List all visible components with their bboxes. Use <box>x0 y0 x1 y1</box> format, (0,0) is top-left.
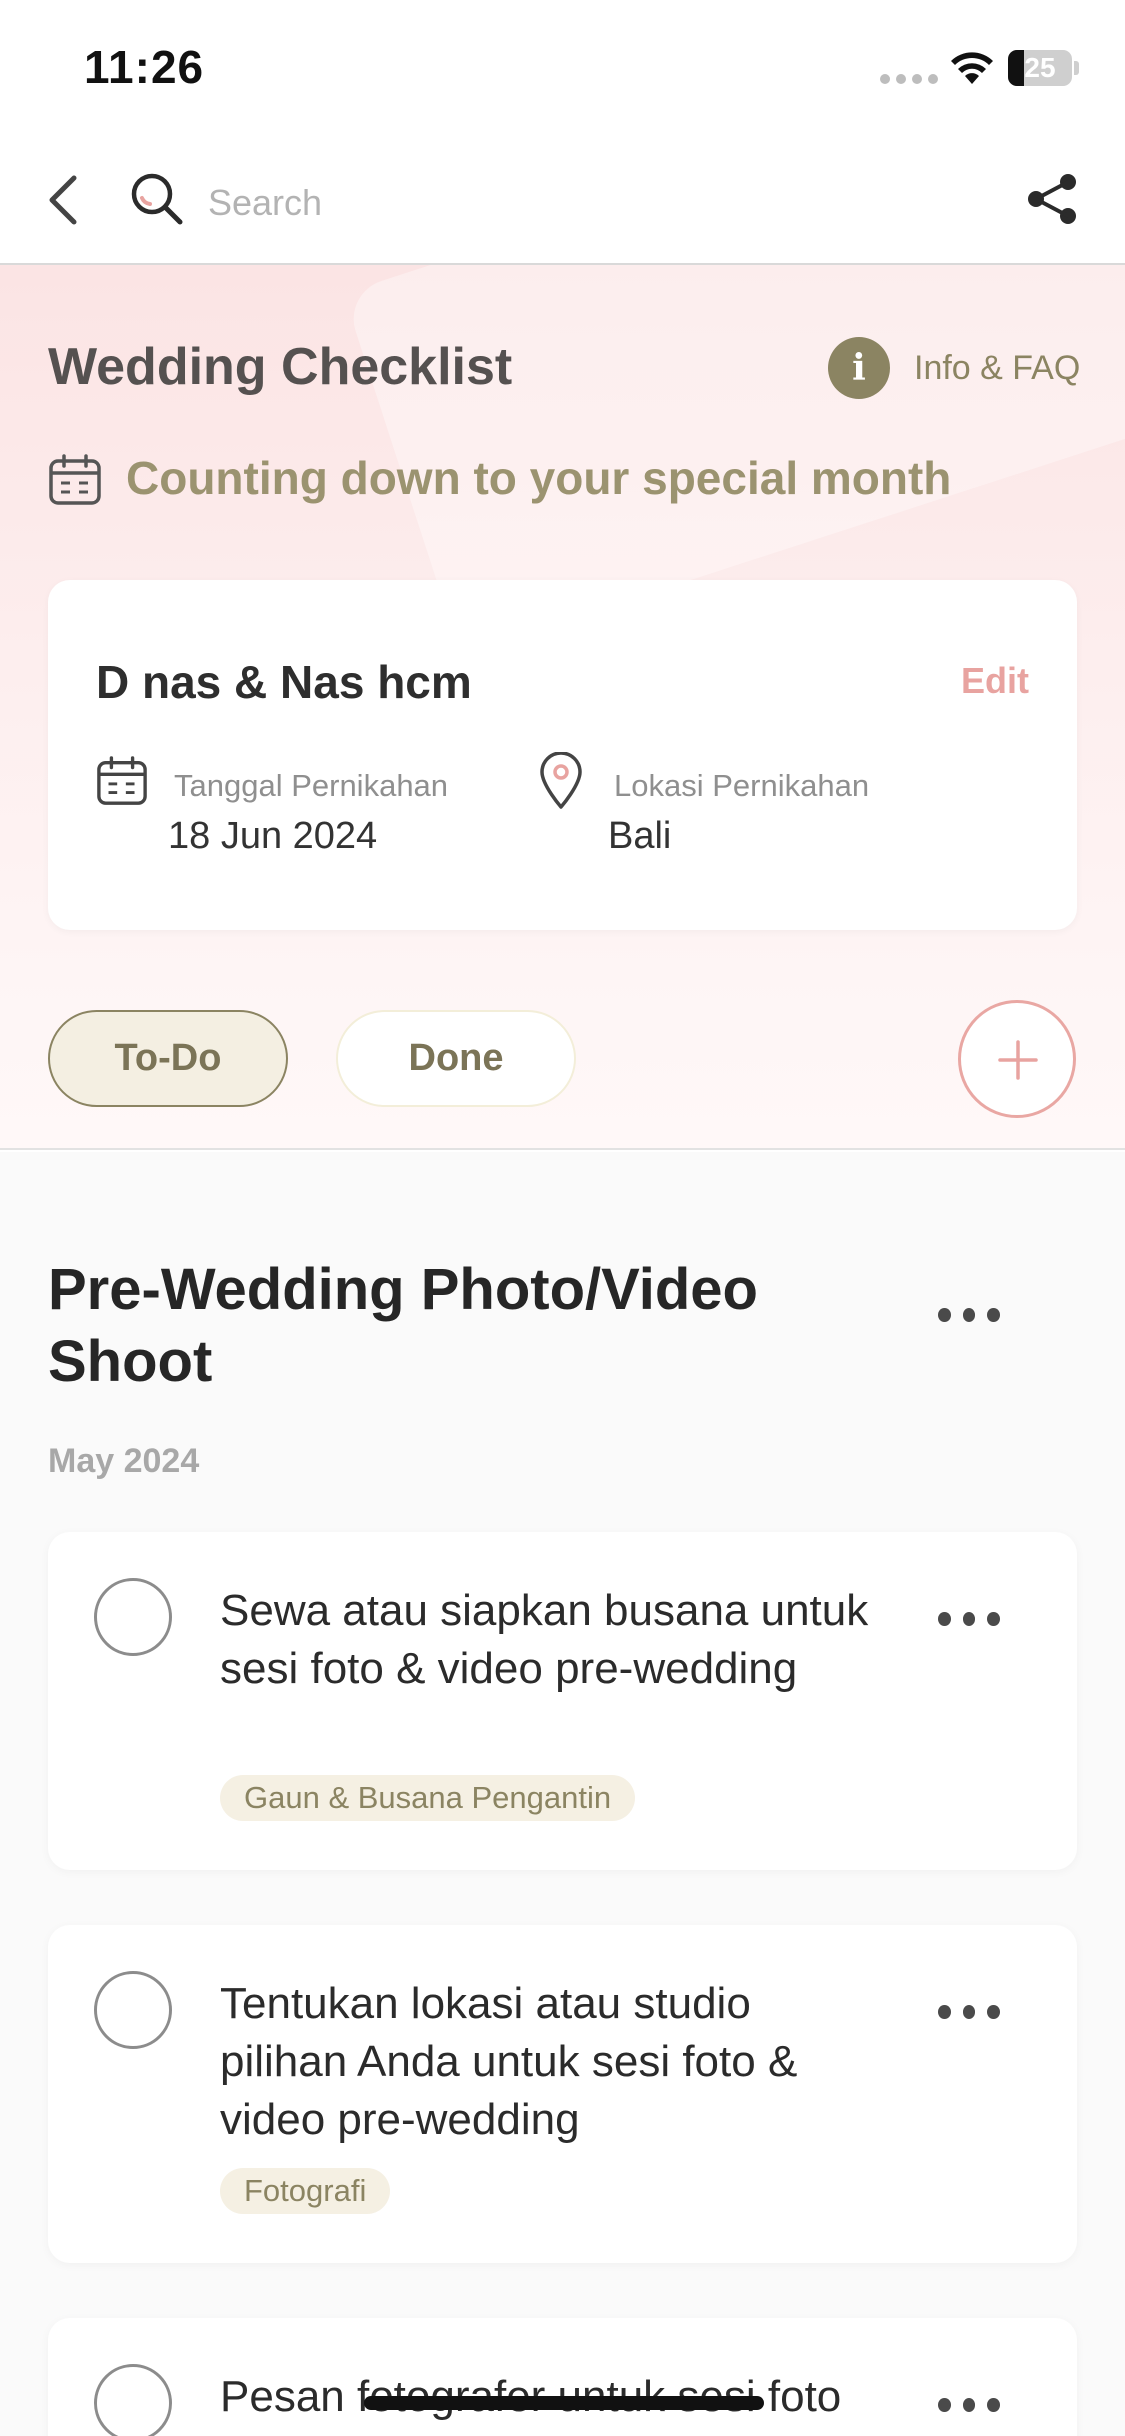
section-title: Pre-Wedding Photo/Video Shoot <box>48 1257 758 1394</box>
couple-name: D nas & Nas hcm <box>96 656 472 708</box>
task-card[interactable]: Pesan fotografer untuk sesi foto <box>48 2318 1077 2436</box>
wedding-info-card: D nas & Nas hcm Edit Tanggal Pernikahan … <box>48 580 1077 930</box>
tab-done[interactable]: Done <box>336 1010 576 1107</box>
location-pin-icon <box>540 752 582 809</box>
wedding-date-value: 18 Jun 2024 <box>168 815 378 857</box>
checklist-header: Wedding Checklist i Info & FAQ Counting … <box>0 265 1125 1150</box>
task-card[interactable]: Tentukan lokasi atau studio pilihan Anda… <box>48 1925 1077 2263</box>
home-indicator <box>364 2396 764 2410</box>
task-more-icon[interactable] <box>938 2398 1001 2418</box>
add-task-button[interactable] <box>958 1000 1076 1118</box>
calendar-icon <box>49 454 101 505</box>
search-icon <box>131 173 183 225</box>
task-tag: Fotografi <box>220 2168 391 2214</box>
wedding-location-label: Lokasi Pernikahan <box>614 768 870 803</box>
task-card[interactable]: Sewa atau siapkan busana untuk sesi foto… <box>48 1532 1077 1870</box>
info-faq-button[interactable]: i Info & FAQ <box>828 337 1080 399</box>
countdown-text: Counting down to your special month <box>126 452 952 504</box>
search-input[interactable] <box>208 178 768 228</box>
task-more-icon[interactable] <box>938 2005 1001 2025</box>
battery-level: 25 <box>1024 52 1056 83</box>
info-faq-label: Info & FAQ <box>914 348 1081 387</box>
battery-icon: 25 <box>1008 50 1079 86</box>
task-more-icon[interactable] <box>938 1612 1001 1632</box>
status-bar: 11:26 25 <box>0 0 1125 140</box>
tab-todo[interactable]: To-Do <box>48 1010 288 1107</box>
status-time: 11:26 <box>84 41 205 93</box>
plus-icon <box>998 1040 1038 1080</box>
section-month: May 2024 <box>48 1442 200 1480</box>
calendar-icon <box>97 756 147 805</box>
edit-button[interactable]: Edit <box>961 660 1029 702</box>
task-tag: Gaun & Busana Pengantin <box>220 1775 636 1821</box>
task-checkbox[interactable] <box>94 1578 172 1656</box>
info-icon: i <box>828 337 890 399</box>
task-text: Tentukan lokasi atau studio pilihan Anda… <box>220 1979 798 2144</box>
wedding-date-label: Tanggal Pernikahan <box>174 768 449 803</box>
top-nav <box>0 140 1125 265</box>
wifi-icon <box>951 52 993 84</box>
task-text: Sewa atau siapkan busana untuk sesi foto… <box>220 1586 869 1693</box>
section-more-icon[interactable] <box>938 1308 1001 1328</box>
task-checkbox[interactable] <box>94 2364 172 2436</box>
wedding-location-value: Bali <box>608 815 672 857</box>
task-checkbox[interactable] <box>94 1971 172 2049</box>
back-icon[interactable] <box>40 170 90 230</box>
page-title: Wedding Checklist <box>48 338 513 396</box>
share-icon[interactable] <box>1024 170 1082 228</box>
cellular-signal-icon <box>880 74 938 84</box>
checklist-content: Pre-Wedding Photo/Video Shoot May 2024 S… <box>0 1152 1125 2436</box>
